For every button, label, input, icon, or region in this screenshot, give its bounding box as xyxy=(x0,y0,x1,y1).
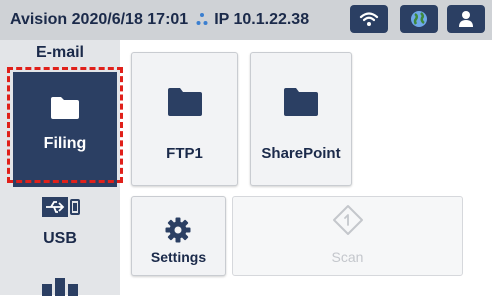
sidebar-item-label: Filing xyxy=(43,135,87,152)
sidebar-item-email[interactable]: E-mail xyxy=(0,44,120,62)
gear-icon xyxy=(165,217,191,243)
sidebar-item-network[interactable] xyxy=(0,276,120,296)
wifi-icon xyxy=(359,12,379,26)
ftp1-tile[interactable]: FTP1 xyxy=(131,52,238,186)
ip-address: IP 10.1.22.38 xyxy=(214,11,310,28)
datetime: 2020/6/18 17:01 xyxy=(71,11,189,28)
user-button[interactable] xyxy=(447,5,485,33)
folder-icon xyxy=(51,97,79,119)
sidebar-item-filing[interactable]: Filing xyxy=(13,72,117,187)
sidebar-item-label: USB xyxy=(43,230,77,247)
folder-icon xyxy=(284,88,318,116)
sidebar-item-usb[interactable]: USB xyxy=(0,192,120,262)
sharepoint-tile[interactable]: SharePoint xyxy=(250,52,352,186)
sidebar: E-mail Filing USB xyxy=(0,40,120,296)
sidebar-item-label: E-mail xyxy=(35,44,84,61)
tile-label: Settings xyxy=(150,249,207,265)
scan-icon xyxy=(333,205,363,235)
network-status-icon xyxy=(196,13,208,25)
scan-button[interactable]: Scan xyxy=(232,196,463,276)
settings-button[interactable]: Settings xyxy=(131,196,226,276)
tile-label: FTP1 xyxy=(166,145,203,162)
network-icon xyxy=(42,278,78,296)
usb-icon xyxy=(42,197,80,217)
globe-button[interactable] xyxy=(400,5,438,33)
tile-label: SharePoint xyxy=(261,145,341,162)
wifi-button[interactable] xyxy=(350,5,388,33)
tile-label: Scan xyxy=(331,249,364,265)
status-bar: Avision 2020/6/18 17:01 IP 10.1.22.38 xyxy=(0,0,492,40)
status-text: Avision 2020/6/18 17:01 IP 10.1.22.38 xyxy=(10,0,309,40)
globe-icon xyxy=(411,11,427,27)
brand-name: Avision xyxy=(10,11,68,28)
folder-icon xyxy=(168,88,202,116)
user-icon xyxy=(459,11,473,27)
